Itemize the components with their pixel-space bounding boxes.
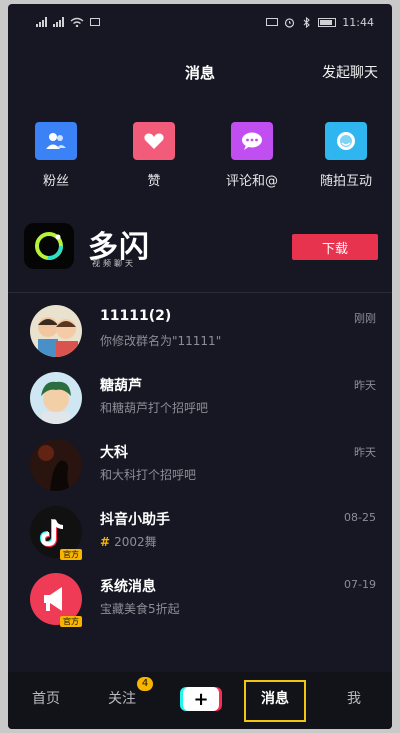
quick-label: 粉丝 <box>42 174 69 189</box>
quick-item-fans[interactable]: 粉丝 <box>16 122 96 189</box>
status-left <box>36 17 100 27</box>
duoshan-promo: 多闪 视频聊天 下载 <box>8 220 392 276</box>
promo-subtitle: 视频聊天 <box>92 259 136 268</box>
quick-item-interact[interactable]: 随拍互动 <box>306 122 386 189</box>
signal-icon <box>36 17 47 27</box>
official-badge: 官方 <box>60 549 82 560</box>
follow-badge: 4 <box>137 677 153 691</box>
quick-label: 评论和@ <box>225 174 278 189</box>
quick-actions: 粉丝 赞 评论和@ 随拍互动 <box>8 122 392 192</box>
create-button[interactable]: + <box>180 687 222 711</box>
battery-icon <box>318 17 337 27</box>
download-button[interactable]: 下载 <box>292 234 378 260</box>
tab-messages[interactable]: 消息 <box>261 688 289 708</box>
avatar: 官方 <box>30 573 82 627</box>
chat-name: 系统消息 <box>100 579 156 595</box>
avatar <box>30 372 82 424</box>
bottom-tab-bar: 首页 关注 4 + 消息 我 <box>8 672 392 729</box>
chat-preview: 和大科打个招呼吧 <box>100 468 197 482</box>
chat-time: 刚刚 <box>354 312 376 325</box>
fans-icon <box>35 122 77 160</box>
divider <box>8 292 392 293</box>
alarm-icon <box>285 17 295 28</box>
chat-time: 08-25 <box>344 511 376 524</box>
chat-preview: 和糖葫芦打个招呼吧 <box>100 401 209 415</box>
chat-row-dake[interactable]: 大科 和大科打个招呼吧 昨天 <box>8 434 392 501</box>
chat-row-system[interactable]: 官方 系统消息 宝藏美食5折起 07-19 <box>8 568 392 635</box>
phone-screen: 11:44 消息 发起聊天 粉丝 赞 评论和@ 随拍互动 多闪 视频聊天 下载 … <box>8 4 392 729</box>
chat-preview-text: 2002舞 <box>114 535 157 549</box>
avatar: 官方 <box>30 506 82 560</box>
chat-name: 11111(2) <box>100 308 172 324</box>
camera-interact-icon <box>325 122 367 160</box>
duoshan-logo-icon <box>24 223 74 269</box>
comment-icon <box>231 122 273 160</box>
quick-item-comments[interactable]: 评论和@ <box>212 122 292 189</box>
wifi-icon <box>70 17 84 27</box>
chat-preview: 你修改群名为"11111" <box>100 334 222 348</box>
chat-preview: #2002舞 <box>100 533 157 550</box>
avatar <box>30 305 82 357</box>
chat-row-11111[interactable]: 11111(2) 你修改群名为"11111" 刚刚 <box>8 300 392 367</box>
quick-label: 赞 <box>147 174 161 189</box>
official-badge: 官方 <box>60 616 82 627</box>
nfc-icon <box>266 18 279 26</box>
chat-name: 糖葫芦 <box>100 378 142 394</box>
chat-name: 大科 <box>100 445 128 461</box>
quick-label: 随拍互动 <box>319 174 372 189</box>
hashtag-icon: # <box>100 535 111 549</box>
notification-icon <box>90 18 100 26</box>
tab-follow[interactable]: 关注 <box>108 688 136 708</box>
heart-icon <box>133 122 175 160</box>
header: 消息 发起聊天 <box>8 52 392 92</box>
chat-time: 07-19 <box>344 578 376 591</box>
bluetooth-icon <box>303 16 311 28</box>
chat-name: 抖音小助手 <box>100 512 170 528</box>
status-right: 11:44 <box>266 16 374 29</box>
status-time: 11:44 <box>342 15 374 29</box>
chat-preview: 宝藏美食5折起 <box>100 602 180 616</box>
chat-time: 昨天 <box>354 446 376 459</box>
chat-row-tanghulu[interactable]: 糖葫芦 和糖葫芦打个招呼吧 昨天 <box>8 367 392 434</box>
start-chat-button[interactable]: 发起聊天 <box>322 62 378 82</box>
avatar <box>30 439 82 491</box>
tab-home[interactable]: 首页 <box>32 688 60 708</box>
status-bar: 11:44 <box>8 4 392 40</box>
quick-item-likes[interactable]: 赞 <box>114 122 194 189</box>
signal-icon-2 <box>53 17 64 27</box>
chat-row-douyin-assistant[interactable]: 官方 抖音小助手 #2002舞 08-25 <box>8 501 392 568</box>
plus-icon: + <box>183 687 219 711</box>
chat-time: 昨天 <box>354 379 376 392</box>
tab-me[interactable]: 我 <box>347 688 361 708</box>
chat-list: 11111(2) 你修改群名为"11111" 刚刚 糖葫芦 和糖葫芦打个招呼吧 … <box>8 300 392 635</box>
